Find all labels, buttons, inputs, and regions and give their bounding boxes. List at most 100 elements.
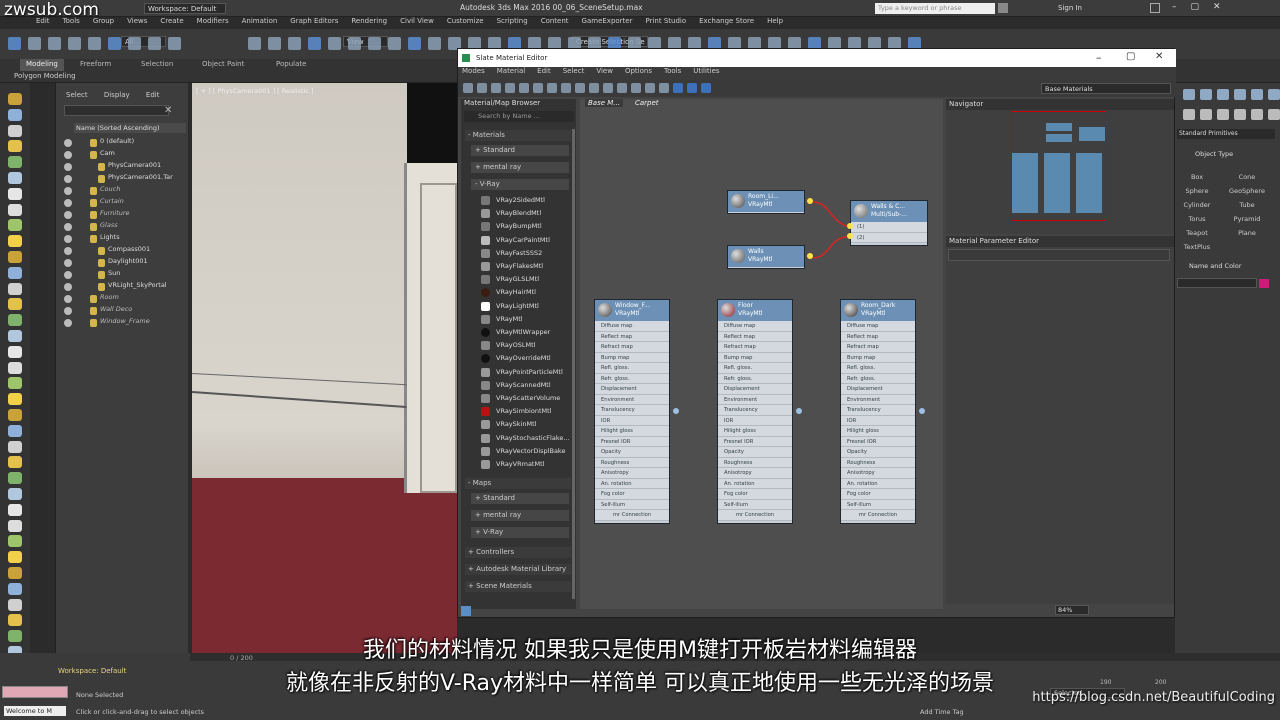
- visibility-toggle-icon[interactable]: [64, 319, 72, 327]
- minimize-icon[interactable]: –: [1096, 51, 1102, 64]
- slate-menu-select[interactable]: Select: [563, 67, 585, 75]
- slate-menu-modes[interactable]: Modes: [462, 67, 485, 75]
- node-slot[interactable]: Fog color: [595, 489, 669, 500]
- browser-item-vraystochasticflake[interactable]: VRayStochasticFlake...: [481, 432, 570, 444]
- material-node[interactable]: Room_Li... VRayMtl: [727, 190, 805, 214]
- output-socket[interactable]: [807, 198, 813, 204]
- node-slot[interactable]: Refract map: [841, 342, 915, 353]
- menu-item-create[interactable]: Create: [160, 17, 183, 25]
- browser-section-controllers[interactable]: + Controllers: [465, 547, 571, 558]
- browser-search-input[interactable]: Search by Name ...: [464, 111, 574, 122]
- browser-item-vraymtlwrapper[interactable]: VRayMtlWrapper: [481, 326, 550, 338]
- create-panel-icon[interactable]: [8, 282, 22, 295]
- explorer-row[interactable]: Furniture: [100, 209, 130, 221]
- primitive-button-torus[interactable]: Torus: [1177, 214, 1217, 225]
- viewport-label[interactable]: [ + ] [ PhysCamera001 ] [ Realistic ]: [196, 87, 314, 95]
- primitive-button-textplus[interactable]: TextPlus: [1177, 242, 1217, 253]
- explorer-row[interactable]: Cam: [100, 149, 115, 161]
- primitive-button-plane[interactable]: Plane: [1227, 228, 1267, 239]
- search-input[interactable]: Type a keyword or phrase: [875, 3, 995, 14]
- explorer-row[interactable]: Room: [100, 293, 119, 305]
- node-slot[interactable]: Opacity: [595, 447, 669, 458]
- menu-item-help[interactable]: Help: [767, 17, 783, 25]
- slate-tool-icon[interactable]: [463, 83, 473, 93]
- browser-item-vrayfastsss2[interactable]: VRayFastSSS2: [481, 247, 542, 259]
- slate-tool-icon[interactable]: [701, 83, 711, 93]
- node-slot[interactable]: Fresnel IOR: [841, 436, 915, 447]
- create-panel-icon[interactable]: [8, 567, 22, 579]
- node-slot[interactable]: Diffuse map: [595, 321, 669, 332]
- name-color-rollout[interactable]: Name and Color: [1189, 262, 1242, 270]
- visibility-toggle-icon[interactable]: [64, 211, 72, 219]
- input-socket[interactable]: [847, 223, 853, 229]
- node-slot[interactable]: Environment: [841, 394, 915, 405]
- perspective-viewport[interactable]: [ + ] [ PhysCamera001 ] [ Realistic ]: [192, 83, 457, 653]
- toolbar-tool-icon[interactable]: [408, 37, 421, 50]
- visibility-toggle-icon[interactable]: [64, 235, 72, 243]
- create-panel-icon[interactable]: [8, 440, 22, 453]
- toolbar-tool-icon[interactable]: [48, 37, 61, 50]
- node-slot[interactable]: Roughness: [718, 457, 792, 468]
- close-icon[interactable]: ✕: [1155, 51, 1163, 62]
- node-header[interactable]: Room_Dark VRayMtl: [841, 300, 915, 321]
- slate-menu-tools[interactable]: Tools: [664, 67, 681, 75]
- browser-group-standard[interactable]: + Standard: [471, 145, 569, 156]
- node-view-canvas[interactable]: Base M... Carpet Room_Li... VRayMtl Walls V…: [580, 99, 943, 609]
- node-slot-footer[interactable]: mr Connection: [718, 510, 792, 521]
- explorer-row[interactable]: 0 (default): [100, 137, 134, 149]
- node-slot[interactable]: Bump map: [718, 352, 792, 363]
- node-slot[interactable]: Opacity: [718, 447, 792, 458]
- node-slot[interactable]: IOR: [841, 415, 915, 426]
- slate-tool-icon[interactable]: [519, 83, 529, 93]
- node-slot[interactable]: Self-illum: [718, 499, 792, 510]
- explorer-row[interactable]: Curtain: [100, 197, 124, 209]
- toolbar-tool-icon[interactable]: [268, 37, 281, 50]
- explorer-tab-display[interactable]: Display: [104, 91, 130, 99]
- create-panel-icon[interactable]: [8, 598, 22, 611]
- create-panel-icon[interactable]: [8, 535, 22, 548]
- create-panel-icon[interactable]: [8, 219, 22, 232]
- create-panel-icon[interactable]: [8, 251, 22, 263]
- node-slot[interactable]: Diffuse map: [841, 321, 915, 332]
- menu-item-scripting[interactable]: Scripting: [497, 17, 528, 25]
- browser-section-autodesk-library[interactable]: + Autodesk Material Library: [465, 564, 571, 575]
- create-panel-icon[interactable]: [8, 377, 22, 390]
- node-slot[interactable]: Displacement: [595, 384, 669, 395]
- slate-tool-icon[interactable]: [589, 83, 599, 93]
- output-socket[interactable]: [673, 408, 679, 414]
- visibility-toggle-icon[interactable]: [64, 151, 72, 159]
- slate-tool-icon[interactable]: [673, 83, 683, 93]
- node-slot[interactable]: Displacement: [841, 384, 915, 395]
- visibility-toggle-icon[interactable]: [64, 139, 72, 147]
- node-slot[interactable]: Diffuse map: [718, 321, 792, 332]
- slate-tool-icon[interactable]: [617, 83, 627, 93]
- maximize-icon[interactable]: ▢: [1126, 51, 1135, 62]
- material-node[interactable]: Floor VRayMtl Diffuse map Reflect map Refrac…: [717, 299, 793, 524]
- object-category-icon[interactable]: [1251, 109, 1263, 120]
- command-panel-tab-icon[interactable]: [1234, 89, 1246, 100]
- node-header[interactable]: Room_Li... VRayMtl: [728, 191, 804, 212]
- create-panel-icon[interactable]: [8, 93, 22, 105]
- browser-item-vrayglslmtl[interactable]: VRayGLSLMtl: [481, 273, 539, 285]
- toolbar-tool-icon[interactable]: [388, 37, 401, 50]
- explorer-row[interactable]: Sun: [108, 269, 120, 281]
- material-node[interactable]: Walls VRayMtl: [727, 245, 805, 269]
- primitive-button-pyramid[interactable]: Pyramid: [1227, 214, 1267, 225]
- visibility-toggle-icon[interactable]: [64, 175, 72, 183]
- object-category-icon[interactable]: [1183, 109, 1195, 120]
- node-slot[interactable]: Fog color: [718, 489, 792, 500]
- create-panel-icon[interactable]: [8, 203, 22, 216]
- slate-menu-view[interactable]: View: [596, 67, 613, 75]
- menu-item-customize[interactable]: Customize: [447, 17, 484, 25]
- node-header[interactable]: Walls VRayMtl: [728, 246, 804, 267]
- ribbon-tab-freeform[interactable]: Freeform: [74, 59, 117, 71]
- create-panel-icon[interactable]: [8, 108, 22, 121]
- create-panel-icon[interactable]: [8, 298, 22, 311]
- output-socket[interactable]: [796, 408, 802, 414]
- node-slot[interactable]: Fresnel IOR: [595, 436, 669, 447]
- menu-item-content[interactable]: Content: [541, 17, 569, 25]
- primitive-button-sphere[interactable]: Sphere: [1177, 186, 1217, 197]
- sign-in-link[interactable]: Sign In: [1058, 4, 1082, 12]
- create-panel-icon[interactable]: [8, 393, 22, 406]
- browser-section-scene-materials[interactable]: + Scene Materials: [465, 581, 571, 592]
